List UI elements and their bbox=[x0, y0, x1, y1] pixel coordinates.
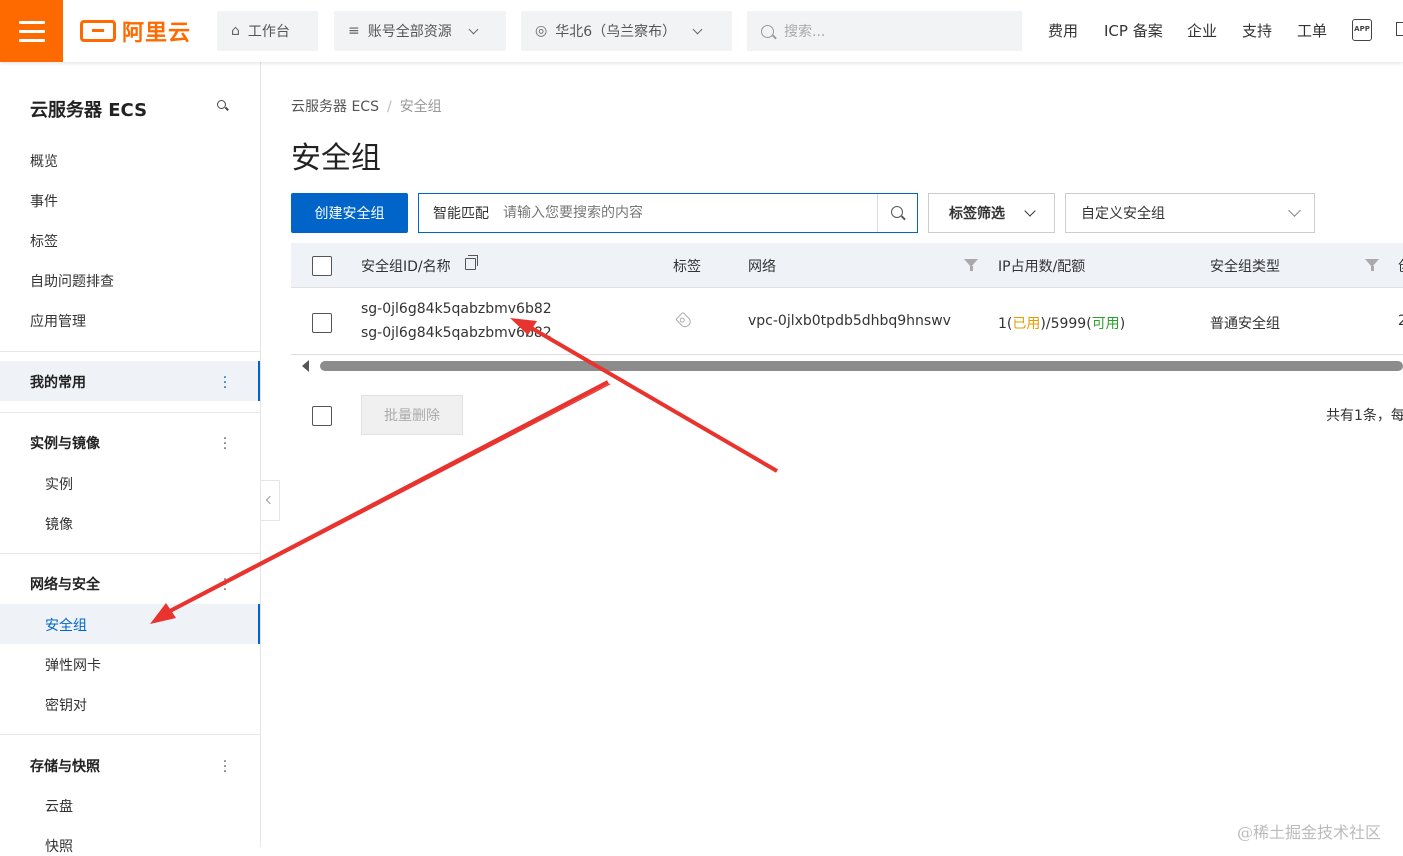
breadcrumb-ecs[interactable]: 云服务器 ECS bbox=[291, 99, 379, 115]
select-all-checkbox[interactable] bbox=[312, 256, 332, 276]
sidebar-group-favorites[interactable]: 我的常用 bbox=[30, 372, 86, 392]
sidebar-item-keypair[interactable]: 密钥对 bbox=[45, 695, 87, 715]
sidebar-item-image[interactable]: 镜像 bbox=[45, 514, 73, 534]
more-dots-icon[interactable]: · · · bbox=[220, 371, 230, 395]
active-item-band bbox=[0, 604, 260, 644]
more-icon[interactable] bbox=[1396, 22, 1403, 36]
nav-support[interactable]: 支持 bbox=[1242, 20, 1272, 41]
sidebar-title: 云服务器 ECS bbox=[30, 100, 148, 121]
sidebar-item-instance[interactable]: 实例 bbox=[45, 474, 73, 494]
total-count: 共有1条，每 bbox=[1326, 408, 1403, 424]
divider bbox=[0, 351, 260, 352]
aliyun-logo[interactable]: 阿里云 bbox=[80, 17, 191, 46]
row-checkbox[interactable] bbox=[312, 313, 332, 333]
sidebar-search-icon[interactable] bbox=[217, 100, 226, 109]
tag-icon[interactable] bbox=[675, 311, 693, 330]
nav-icp[interactable]: ICP 备案 bbox=[1104, 20, 1163, 41]
filter-icon[interactable] bbox=[1365, 259, 1379, 271]
security-group-type: 普通安全组 bbox=[1210, 316, 1280, 332]
sidebar-item-events[interactable]: 事件 bbox=[30, 191, 58, 211]
created-time-partial: 2 bbox=[1398, 313, 1403, 329]
sidebar-item-snapshot[interactable]: 快照 bbox=[45, 836, 73, 856]
batch-delete-button[interactable]: 批量删除 bbox=[361, 395, 463, 435]
filter-icon[interactable] bbox=[964, 259, 978, 271]
sidebar-item-app-mgmt[interactable]: 应用管理 bbox=[30, 311, 86, 331]
menu-icon[interactable] bbox=[0, 0, 63, 62]
more-dots-icon[interactable]: · · · bbox=[220, 755, 230, 779]
search-icon bbox=[761, 24, 774, 38]
sidebar-group-instances[interactable]: 实例与镜像 bbox=[30, 433, 100, 453]
ip-usage: 1(已用)/5999(可用) bbox=[998, 316, 1126, 332]
sidebar-item-security-group[interactable]: 安全组 bbox=[45, 615, 87, 635]
column-header-tags: 标签 bbox=[673, 259, 701, 275]
top-bar: 阿里云 ⌂ 工作台 ≡ 账号全部资源 ◎ 华北6（乌兰察布） 搜索... 费用 … bbox=[0, 0, 1403, 62]
sidebar-collapse-button[interactable] bbox=[261, 480, 280, 521]
search-box: 智能匹配 bbox=[418, 193, 918, 233]
workbench-button[interactable]: ⌂ 工作台 bbox=[217, 11, 318, 51]
copy-icon[interactable] bbox=[465, 255, 478, 270]
divider bbox=[0, 734, 260, 735]
sidebar-item-tags[interactable]: 标签 bbox=[30, 231, 58, 251]
sidebar-item-eni[interactable]: 弹性网卡 bbox=[45, 655, 101, 675]
column-header-created: 创 bbox=[1398, 256, 1403, 276]
breadcrumb: 云服务器 ECS / 安全组 bbox=[291, 99, 442, 115]
sidebar-group-storage[interactable]: 存储与快照 bbox=[30, 756, 100, 776]
security-group-id-link[interactable]: sg-0jl6g84k5qabzbmv6b82 bbox=[361, 301, 552, 317]
table-row: sg-0jl6g84k5qabzbmv6b82 sg-0jl6g84k5qabz… bbox=[291, 288, 1403, 355]
column-header-ip: IP占用数/配额 bbox=[998, 259, 1086, 275]
table-header: 安全组ID/名称 标签 网络 IP占用数/配额 安全组类型 创 bbox=[291, 243, 1403, 288]
chevron-down-icon bbox=[468, 24, 479, 34]
logo-mark-icon bbox=[80, 20, 116, 42]
page-title: 安全组 bbox=[291, 141, 381, 176]
sidebar-item-overview[interactable]: 概览 bbox=[30, 151, 58, 171]
sidebar: 云服务器 ECS 概览 事件 标签 自助问题排查 应用管理 我的常用 · · · 实… bbox=[0, 62, 261, 855]
region-selector[interactable]: ◎ 华北6（乌兰察布） bbox=[521, 11, 732, 51]
app-icon[interactable]: APP bbox=[1352, 19, 1372, 41]
vpc-link[interactable]: vpc-0jlxb0tpdb5dhbq9hnswv bbox=[748, 313, 951, 329]
divider bbox=[0, 412, 260, 413]
create-security-group-button[interactable]: 创建安全组 bbox=[291, 193, 408, 233]
nav-ticket[interactable]: 工单 bbox=[1297, 20, 1327, 41]
column-header-id: 安全组ID/名称 bbox=[361, 259, 451, 275]
resource-selector[interactable]: ≡ 账号全部资源 bbox=[334, 11, 506, 51]
security-group-name: sg-0jl6g84k5qabzbmv6b82 bbox=[361, 325, 552, 341]
home-icon: ⌂ bbox=[231, 23, 240, 39]
search-input[interactable] bbox=[503, 194, 877, 232]
column-header-type: 安全组类型 bbox=[1210, 259, 1280, 275]
sidebar-item-disk[interactable]: 云盘 bbox=[45, 796, 73, 816]
search-mode-select[interactable]: 智能匹配 bbox=[419, 203, 503, 223]
scroll-left-icon[interactable] bbox=[302, 360, 309, 372]
custom-security-group-select[interactable]: 自定义安全组 bbox=[1065, 193, 1315, 233]
footer-select-all-checkbox[interactable] bbox=[312, 406, 332, 426]
nav-enterprise[interactable]: 企业 bbox=[1187, 20, 1217, 41]
tag-filter-button[interactable]: 标签筛选 bbox=[928, 193, 1055, 233]
search-icon[interactable] bbox=[877, 194, 917, 232]
watermark: @稀土掘金技术社区 bbox=[1237, 823, 1382, 842]
chevron-down-icon bbox=[692, 24, 703, 34]
global-search-input[interactable]: 搜索... bbox=[747, 11, 1022, 51]
scroll-thumb[interactable] bbox=[320, 361, 1403, 371]
horizontal-scrollbar[interactable] bbox=[291, 356, 1403, 376]
stack-icon: ≡ bbox=[348, 23, 360, 39]
chevron-down-icon bbox=[1288, 204, 1301, 217]
location-icon: ◎ bbox=[535, 23, 548, 39]
sidebar-item-troubleshoot[interactable]: 自助问题排查 bbox=[30, 271, 114, 291]
more-dots-icon[interactable]: · · · bbox=[220, 432, 230, 456]
sidebar-group-network[interactable]: 网络与安全 bbox=[30, 574, 100, 594]
column-header-network: 网络 bbox=[748, 259, 776, 275]
chevron-down-icon bbox=[1024, 204, 1036, 217]
divider bbox=[0, 553, 260, 554]
more-dots-icon[interactable]: · · · bbox=[220, 573, 230, 597]
breadcrumb-current: 安全组 bbox=[399, 99, 442, 115]
nav-fees[interactable]: 费用 bbox=[1048, 20, 1078, 41]
